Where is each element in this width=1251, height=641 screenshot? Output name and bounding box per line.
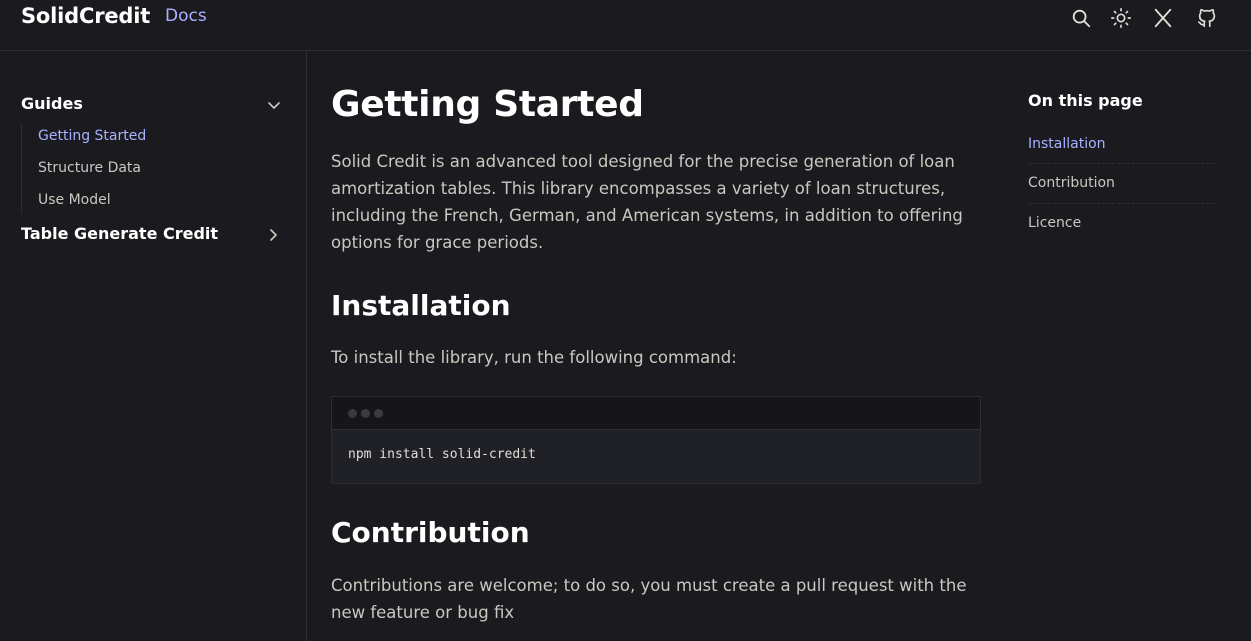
chevron-down-icon[interactable] [266, 97, 282, 113]
window-dot-icon [348, 409, 357, 418]
intro-paragraph: Solid Credit is an advanced tool designe… [331, 152, 963, 252]
site-logo[interactable]: SolidCredit [21, 4, 150, 28]
contribution-text: Contributions are welcome; to do so, you… [331, 576, 967, 622]
toc-item-installation[interactable]: Installation [1028, 124, 1214, 164]
window-dot-icon [374, 409, 383, 418]
sun-icon[interactable] [1109, 6, 1133, 30]
toc-item-contribution[interactable]: Contribution [1028, 163, 1214, 203]
code-block: npm install solid-credit [331, 396, 981, 484]
toc-title: On this page [1028, 91, 1143, 110]
sidebar-item-getting-started[interactable]: Getting Started [38, 128, 146, 144]
sidebar-group-guides[interactable]: Guides [21, 94, 83, 113]
github-icon[interactable] [1195, 6, 1219, 30]
nav-link-docs[interactable]: Docs [165, 6, 207, 26]
x-logo-icon[interactable] [1151, 6, 1175, 30]
page-title: Getting Started [331, 84, 644, 125]
sidebar: Guides Getting Started Structure Data Us… [0, 51, 307, 641]
sidebar-group-table-generate-credit[interactable]: Table Generate Credit [21, 224, 218, 243]
top-navbar: SolidCredit Docs [0, 0, 1251, 51]
installation-heading: Installation [331, 289, 511, 322]
installation-text: To install the library, run the followin… [331, 348, 737, 367]
code-content[interactable]: npm install solid-credit [332, 430, 980, 483]
code-block-header [332, 397, 980, 430]
search-icon[interactable] [1069, 6, 1093, 30]
sidebar-item-use-model[interactable]: Use Model [38, 192, 111, 208]
toc-item-licence[interactable]: Licence [1028, 203, 1214, 243]
sidebar-indent-line [21, 124, 22, 214]
window-dot-icon [361, 409, 370, 418]
sidebar-item-structure-data[interactable]: Structure Data [38, 160, 141, 176]
chevron-right-icon[interactable] [265, 227, 281, 243]
contribution-heading: Contribution [331, 516, 530, 549]
